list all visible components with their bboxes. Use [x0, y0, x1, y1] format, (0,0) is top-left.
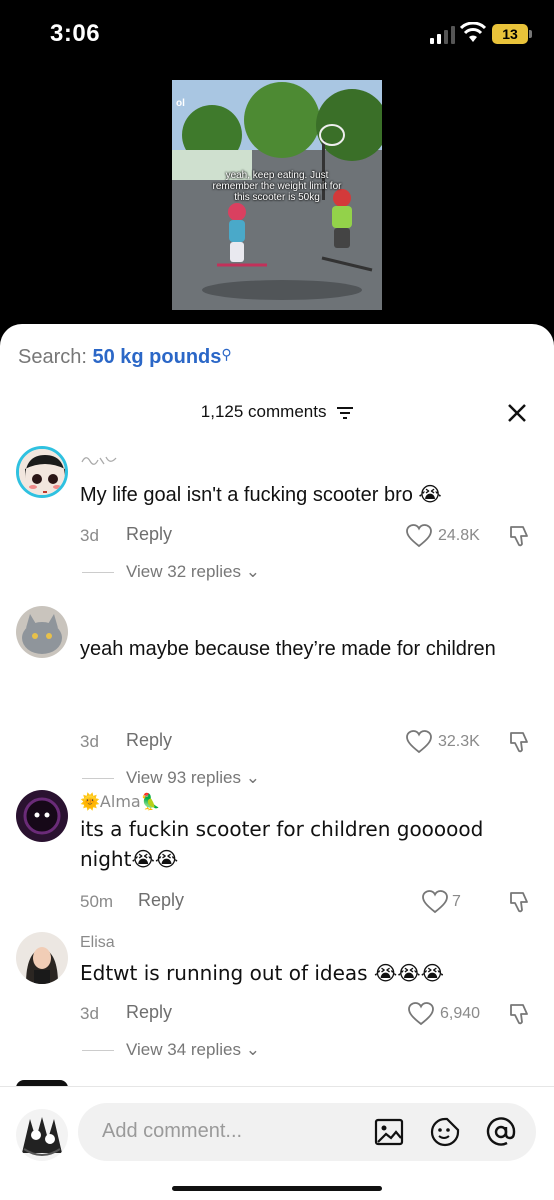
chevron-down-icon: ⌄ — [245, 1040, 260, 1059]
status-bar: 3:06 13 — [0, 0, 554, 70]
avatar[interactable] — [16, 606, 68, 658]
search-icon[interactable]: ⚲ — [221, 346, 231, 362]
comment-composer: Add comment... — [0, 1086, 554, 1200]
avatar[interactable] — [16, 1109, 68, 1161]
video-thumbnail[interactable]: ol yeah, keep eating. Just remember the … — [172, 80, 382, 310]
avatar[interactable] — [16, 932, 68, 984]
sticker-icon[interactable] — [430, 1117, 460, 1147]
thumbs-down-icon[interactable] — [508, 1002, 532, 1026]
search-prefix: Search: — [18, 346, 93, 368]
chevron-down-icon: ⌄ — [245, 768, 260, 787]
comment-time: 3d — [80, 1004, 99, 1023]
reply-button[interactable]: Reply — [126, 1002, 172, 1023]
avatar[interactable] — [16, 790, 68, 842]
comment-username[interactable]: 🌞Alma🦜 — [80, 792, 161, 811]
thumbs-down-icon[interactable] — [508, 890, 532, 914]
heart-icon[interactable] — [408, 1002, 434, 1026]
comment-time: 50m — [80, 892, 114, 911]
comment-placeholder: Add comment... — [102, 1120, 243, 1142]
search-query[interactable]: 50 kg pounds — [92, 346, 221, 368]
close-icon[interactable] — [506, 402, 528, 424]
thumbs-down-icon[interactable] — [508, 524, 532, 548]
heart-icon[interactable] — [406, 730, 432, 754]
video-caption: yeah, keep eating. Just remember the wei… — [212, 170, 342, 203]
comment-count: 1,125 comments — [200, 402, 327, 421]
comment-input[interactable]: Add comment... — [78, 1103, 536, 1161]
reply-button[interactable]: Reply — [126, 730, 172, 751]
search-suggestion[interactable]: Search: 50 kg pounds⚲ — [18, 346, 232, 369]
heart-icon[interactable] — [422, 890, 448, 914]
cellular-signal-icon — [430, 26, 455, 44]
comment-text: My life goal isn't a fucking scooter bro… — [80, 484, 442, 506]
like-count: 24.8K — [438, 527, 480, 544]
username-scribble — [81, 456, 117, 465]
view-replies-button[interactable]: View 34 replies ⌄ — [82, 1040, 260, 1060]
reply-button[interactable]: Reply — [126, 524, 172, 545]
like-count: 6,940 — [440, 1005, 481, 1022]
comment-username[interactable]: Elisa — [80, 934, 115, 952]
reply-divider — [82, 778, 114, 780]
like-count: 32.3K — [438, 733, 480, 750]
status-time: 3:06 — [50, 20, 101, 47]
reply-divider — [82, 572, 114, 574]
view-replies-button[interactable]: View 93 replies ⌄ — [82, 768, 260, 788]
chevron-down-icon: ⌄ — [245, 562, 260, 581]
comment-item: yeah maybe because they’re made for chil… — [0, 606, 554, 787]
comment-item: My life goal isn't a fucking scooter bro… — [0, 442, 554, 592]
home-indicator[interactable] — [172, 1186, 382, 1191]
comment-text: its a fuckin scooter for children gooooo… — [80, 817, 484, 871]
thumbs-down-icon[interactable] — [508, 730, 532, 754]
like-count: 7 — [452, 893, 461, 910]
image-icon[interactable] — [374, 1117, 404, 1147]
comment-time: 3d — [80, 526, 99, 545]
battery-icon: 13 — [492, 24, 532, 44]
comments-sheet: Search: 50 kg pounds⚲ 1,125 comments My … — [0, 324, 554, 1200]
reply-button[interactable]: Reply — [138, 890, 184, 911]
mention-icon[interactable] — [486, 1117, 516, 1147]
view-replies-label: View 93 replies — [126, 768, 241, 787]
video-logo: ol — [176, 98, 185, 109]
wifi-icon — [460, 22, 486, 42]
comment-item: 🌞Alma🦜 its a fuckin scooter for children… — [0, 790, 554, 920]
avatar[interactable] — [16, 446, 68, 498]
view-replies-button[interactable]: View 32 replies ⌄ — [82, 562, 260, 582]
filter-icon[interactable] — [337, 406, 354, 419]
comment-item: Elisa Edtwt is running out of ideas 😭😭😭 … — [0, 932, 554, 1082]
comment-text: Edtwt is running out of ideas 😭😭😭 — [80, 961, 445, 985]
view-replies-label: View 32 replies — [126, 562, 241, 581]
comment-time: 3d — [80, 732, 99, 751]
view-replies-label: View 34 replies — [126, 1040, 241, 1059]
comment-text: yeah maybe because they’re made for chil… — [80, 638, 496, 660]
reply-divider — [82, 1050, 114, 1052]
heart-icon[interactable] — [406, 524, 432, 548]
comments-header: 1,125 comments — [0, 402, 554, 422]
